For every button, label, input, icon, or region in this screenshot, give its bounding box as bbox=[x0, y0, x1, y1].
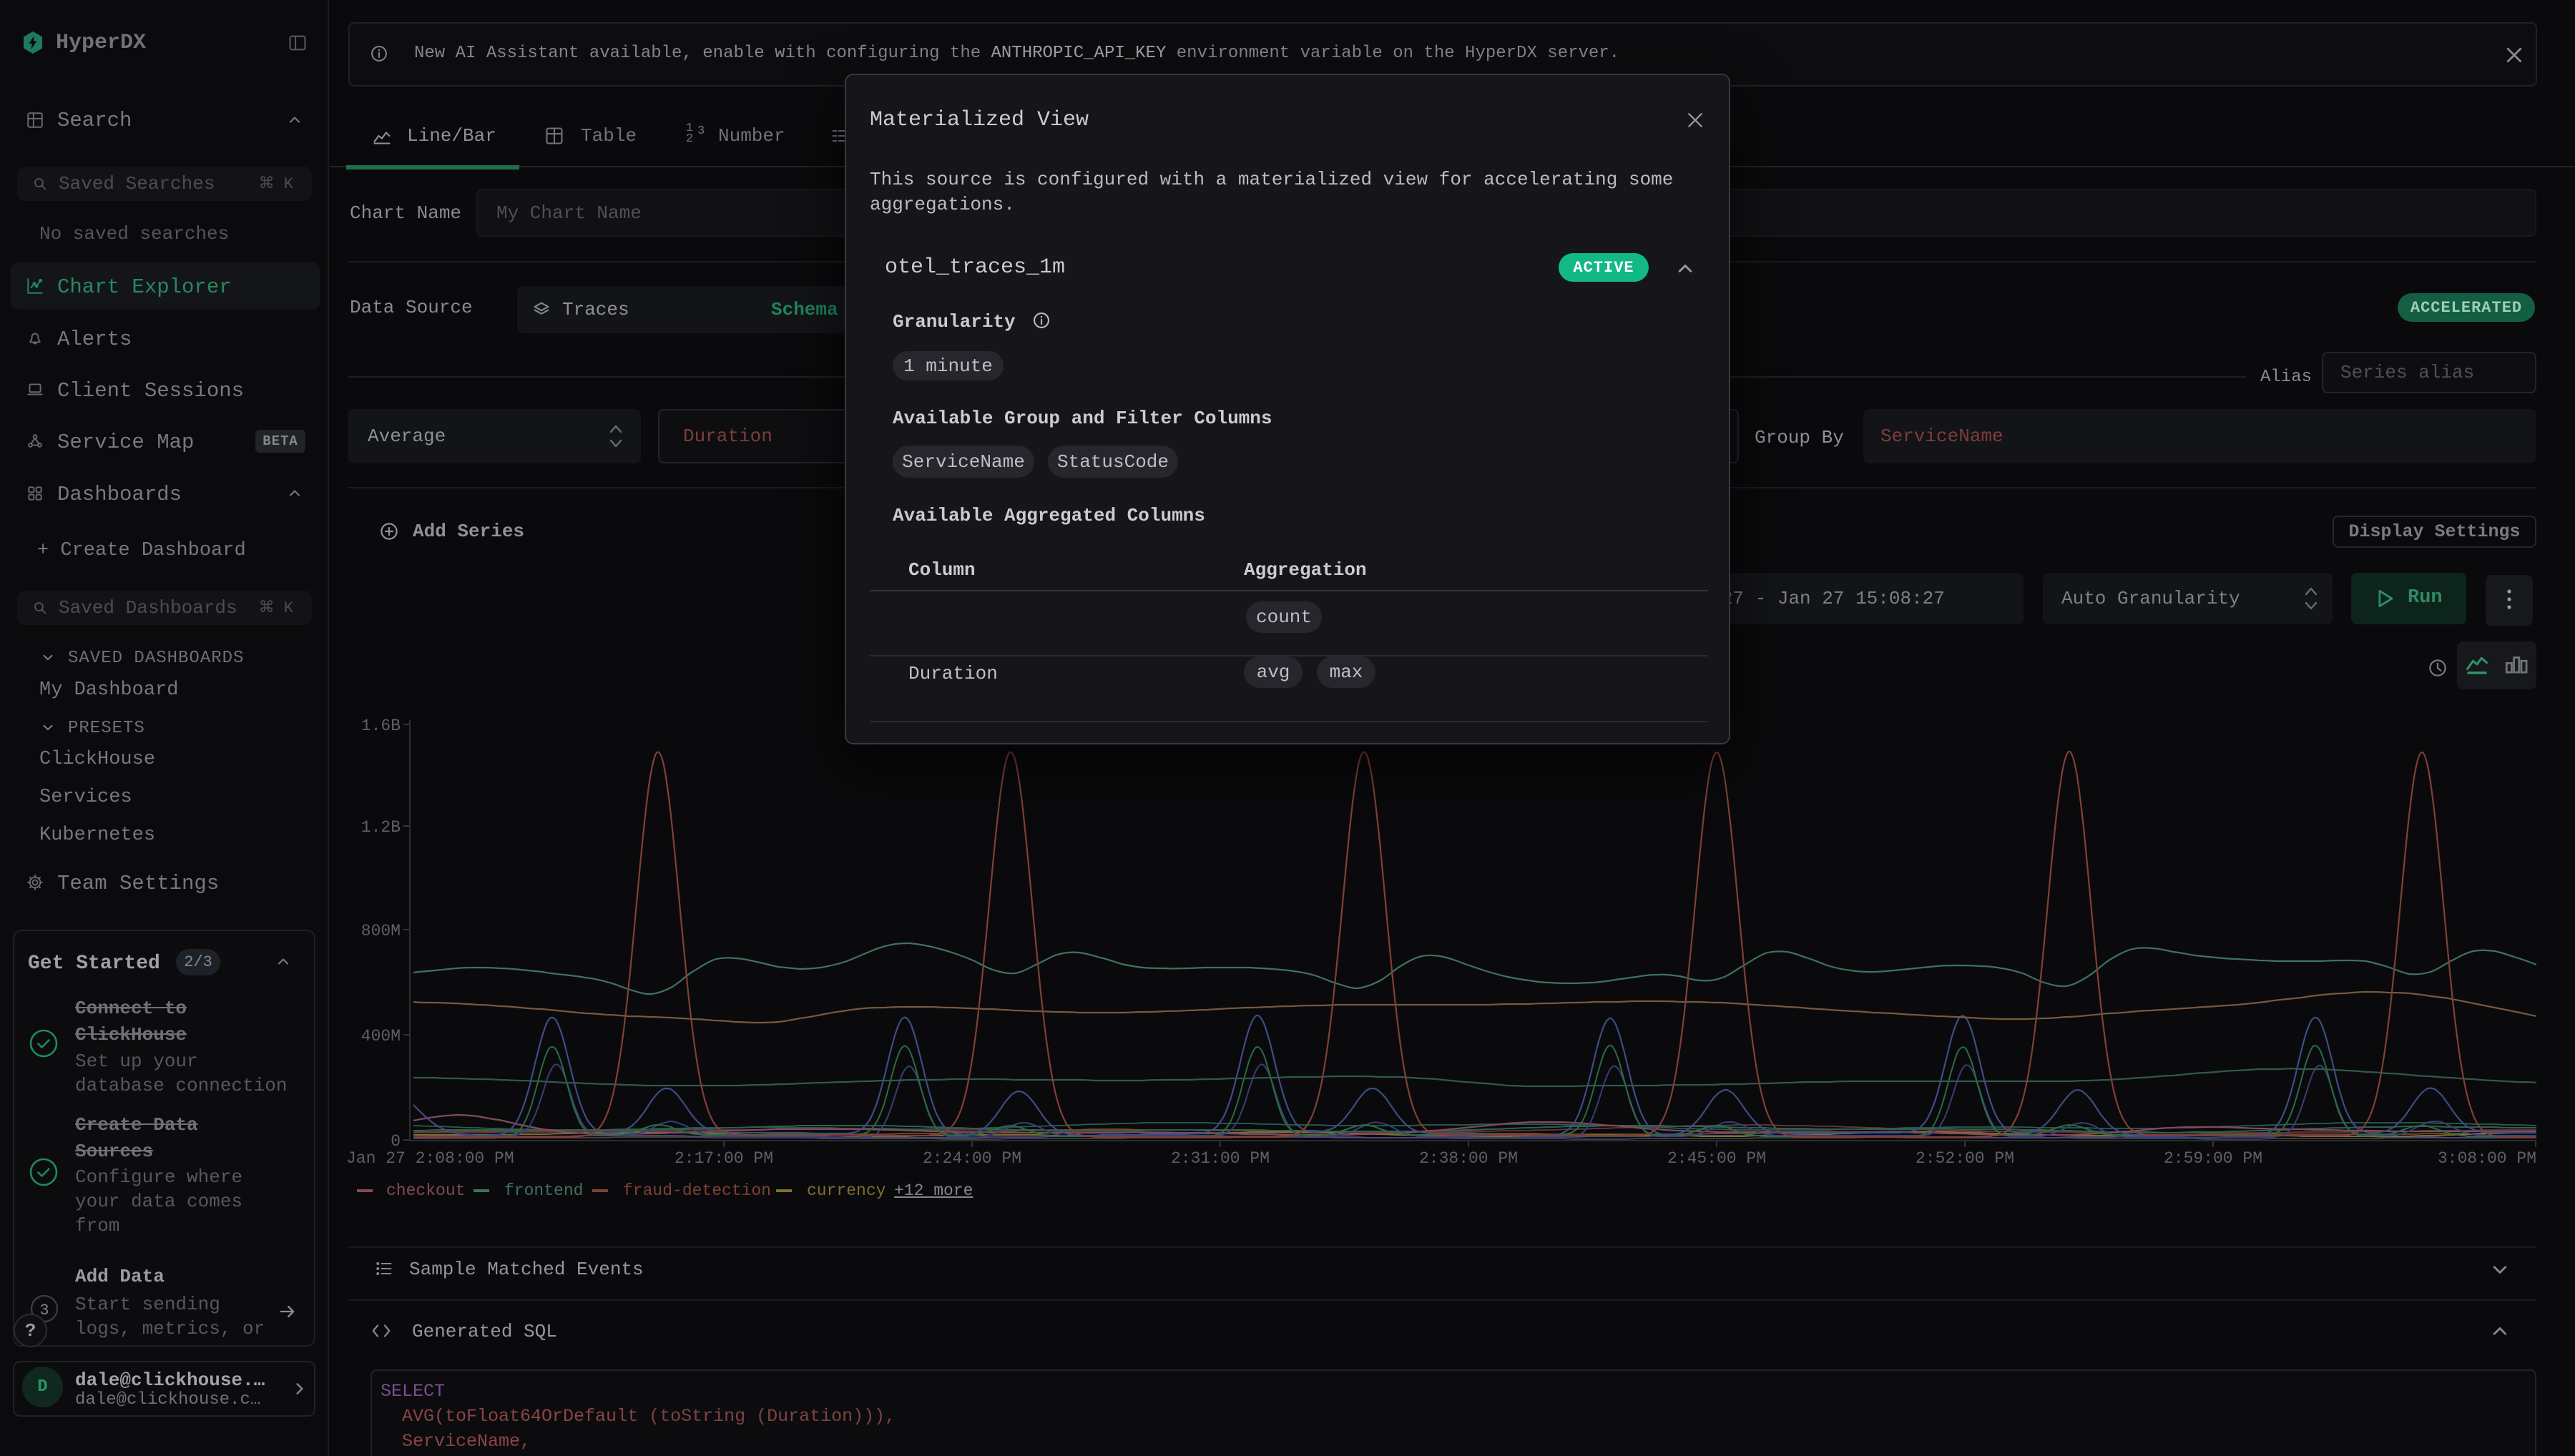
svg-text:3:08:00 PM: 3:08:00 PM bbox=[2438, 1149, 2536, 1168]
svg-text:Jan 27 2:08:00 PM: Jan 27 2:08:00 PM bbox=[346, 1149, 514, 1168]
svg-text:2:52:00 PM: 2:52:00 PM bbox=[1916, 1149, 2014, 1168]
svg-text:2:59:00 PM: 2:59:00 PM bbox=[2164, 1149, 2262, 1168]
svg-text:0: 0 bbox=[391, 1132, 401, 1151]
svg-text:1.6B: 1.6B bbox=[361, 717, 401, 735]
svg-text:1.2B: 1.2B bbox=[361, 818, 401, 837]
svg-text:2:45:00 PM: 2:45:00 PM bbox=[1667, 1149, 1766, 1168]
svg-text:2:24:00 PM: 2:24:00 PM bbox=[923, 1149, 1021, 1168]
svg-text:2:38:00 PM: 2:38:00 PM bbox=[1419, 1149, 1518, 1168]
svg-text:800M: 800M bbox=[361, 922, 401, 940]
svg-text:400M: 400M bbox=[361, 1027, 401, 1046]
svg-text:2:17:00 PM: 2:17:00 PM bbox=[675, 1149, 773, 1168]
svg-text:2:31:00 PM: 2:31:00 PM bbox=[1171, 1149, 1270, 1168]
